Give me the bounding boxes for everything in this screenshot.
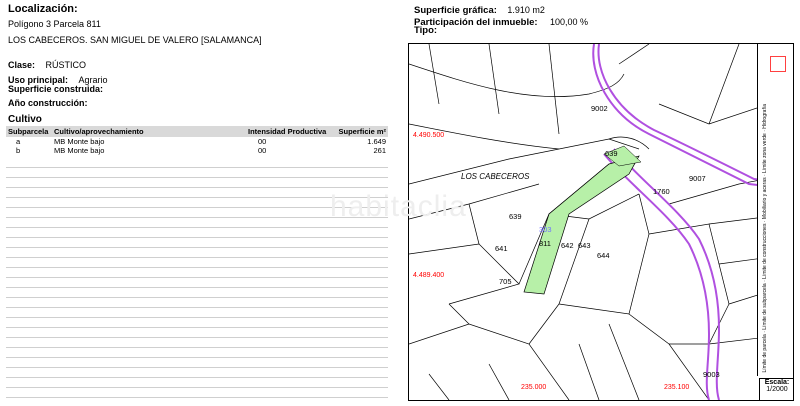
- scale-box: Escala: 1/2000: [759, 378, 793, 400]
- localizacion-label: Localización:: [8, 3, 78, 15]
- legend-item: Límite zona verde: [762, 133, 768, 173]
- participacion-row: Participación del inmueble: 100,00 %: [414, 12, 588, 30]
- parcel-number: 1760: [653, 187, 670, 196]
- parcel-number: 811: [539, 239, 551, 248]
- participacion-value: 100,00 %: [549, 17, 589, 27]
- parcel-number: 644: [597, 251, 610, 260]
- scale-label: Escala:: [764, 379, 790, 386]
- legend-item: Límite de construcciones: [762, 223, 768, 279]
- clase-value: RÚSTICO: [45, 60, 86, 70]
- cultivo-title: Cultivo: [8, 114, 42, 125]
- highlight-label: 303: [539, 225, 552, 234]
- cultivo-table: Subparcela Cultivo/aprovechamiento Inten…: [6, 126, 388, 155]
- cell-intensidad: 00: [258, 137, 267, 146]
- cultivo-header-row: Subparcela Cultivo/aprovechamiento Inten…: [6, 126, 388, 137]
- legend-items: Límite de parcela · Límite de subparcela…: [762, 104, 768, 373]
- parcel-number: 9002: [591, 104, 608, 113]
- tipo-label: Tipo:: [414, 25, 438, 36]
- superficie-construida-label: Superficie construida:: [8, 84, 104, 94]
- legend-item: Hidrografía: [762, 104, 768, 129]
- parcel-number: 9003: [703, 370, 720, 379]
- cell-subparcela: b: [16, 146, 21, 155]
- coord-x-left: 235.000: [521, 384, 547, 391]
- legend-item: Límite de parcela: [762, 334, 768, 373]
- clase-label: Clase:: [8, 60, 36, 70]
- table-row: b MB Monte bajo 00 261: [6, 146, 388, 155]
- header-superficie: Superficie m²: [330, 126, 388, 137]
- cell-superficie: 1.649: [367, 137, 386, 146]
- coord-y-top: 4.490.500: [413, 132, 445, 139]
- cell-superficie: 261: [373, 146, 386, 155]
- parcel-number: 9007: [689, 174, 706, 183]
- cell-intensidad: 00: [258, 146, 267, 155]
- map-legend: Límite de parcela · Límite de subparcela…: [757, 44, 793, 376]
- legend-item: Límite de subparcela: [762, 283, 768, 330]
- anio-construccion-label: Año construcción:: [8, 98, 88, 108]
- header-cultivo: Cultivo/aprovechamiento: [52, 126, 246, 137]
- cell-subparcela: a: [16, 137, 21, 146]
- table-row: a MB Monte bajo 00 1.649: [6, 137, 388, 146]
- header-subparcela: Subparcela: [6, 126, 52, 137]
- parcel-number: 705: [499, 277, 512, 286]
- parcel-number: 639: [605, 149, 618, 158]
- parcel-number: 642: [561, 241, 574, 250]
- watermark: habitaclia: [330, 190, 467, 223]
- localizacion-line2: LOS CABECEROS. SAN MIGUEL DE VALERO [SAL…: [8, 35, 262, 45]
- coord-y-bottom: 4.489.400: [413, 272, 445, 279]
- parcel-number: 641: [495, 244, 508, 253]
- cell-cultivo: MB Monte bajo: [54, 146, 105, 155]
- north-icon: [770, 56, 786, 72]
- header-intensidad: Intensidad Productiva: [246, 126, 330, 137]
- localizacion-line1: Polígono 3 Parcela 811: [8, 19, 101, 29]
- cell-cultivo: MB Monte bajo: [54, 137, 105, 146]
- cultivo-table-wrap: Subparcela Cultivo/aprovechamiento Inten…: [6, 126, 388, 155]
- parcel-number: 639: [509, 212, 522, 221]
- place-label: LOS CABECEROS: [461, 172, 530, 181]
- parcel-number: 643: [578, 241, 591, 250]
- legend-item: Mobiliario y aceras: [762, 177, 768, 220]
- coord-x-right: 235.100: [664, 384, 690, 391]
- scale-value: 1/2000: [766, 386, 788, 393]
